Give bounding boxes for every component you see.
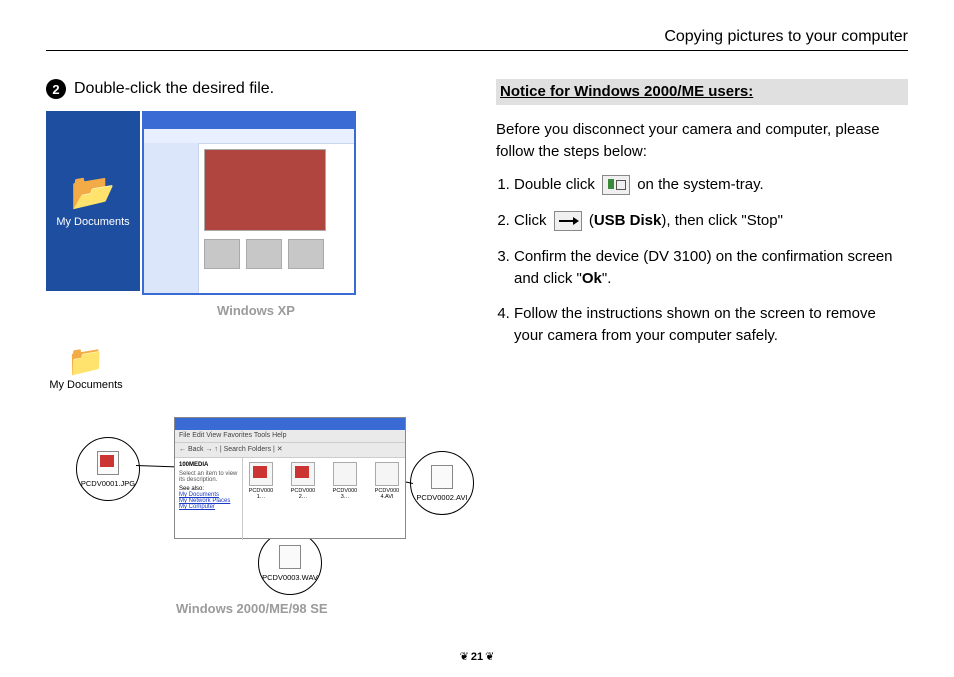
callout-wav: PCDV0003.WAV <box>258 531 322 595</box>
notice-step-1: Double click on the system-tray. <box>514 174 908 196</box>
callout-avi: PCDV0002.AVI <box>410 451 474 515</box>
win2k-menubar: File Edit View Favorites Tools Help <box>175 430 405 443</box>
win2k-file-area: PCDV0001… PCDV0002… PCDV0003… PCDV0004.A… <box>243 458 405 540</box>
notice-step-2: Click (USB Disk), then click "Stop" <box>514 210 908 232</box>
callout-avi-label: PCDV0002.AVI <box>416 493 467 502</box>
file-item: PCDV0001… <box>247 462 275 536</box>
side-desc: Select an item to view its description. <box>179 471 238 483</box>
xp-desktop: 📂 My Documents <box>46 111 140 291</box>
file-icon <box>431 465 453 489</box>
win2k-sidepanel: 100MEDIA Select an item to view its desc… <box>175 458 243 540</box>
thumbnail <box>204 239 240 269</box>
step-text: Double-click the desired file. <box>74 80 274 98</box>
my-documents-desktop-icon: 📂 <box>71 174 116 210</box>
callout-wav-label: PCDV0003.WAV <box>262 573 318 582</box>
side-link: My Computer <box>179 504 238 510</box>
thumbnail-row <box>204 239 348 269</box>
step-number-badge: 2 <box>46 79 66 99</box>
callout-jpg-label: PCDV0001.JPG <box>81 479 135 488</box>
notice-step-3: Confirm the device (DV 3100) on the conf… <box>514 246 908 290</box>
right-column: Notice for Windows 2000/ME users: Before… <box>496 79 908 616</box>
thumbnail <box>246 239 282 269</box>
xp-explorer-window <box>142 111 356 295</box>
win2k-explorer-window: File Edit View Favorites Tools Help ← Ba… <box>174 417 406 539</box>
win2k-toolbar: ← Back → ↑ | Search Folders | ✕ <box>175 443 405 458</box>
photo-preview <box>204 149 326 231</box>
page-header: Copying pictures to your computer <box>46 28 908 51</box>
win2k-caption: Windows 2000/ME/98 SE <box>176 601 466 616</box>
file-icon <box>279 545 301 569</box>
xp-caption: Windows XP <box>46 303 466 318</box>
notice-heading: Notice for Windows 2000/ME users: <box>496 79 908 105</box>
folder-icon: 📁 <box>67 344 104 379</box>
notice-intro: Before you disconnect your camera and co… <box>496 119 908 163</box>
file-item: PCDV0002… <box>289 462 317 536</box>
notice-steps: Double click on the system-tray. Click (… <box>496 174 908 347</box>
my-documents-desktop-label: My Documents <box>56 216 129 228</box>
file-item: PCDV0003… <box>331 462 359 536</box>
thumbnail <box>288 239 324 269</box>
win2k-diagram: PCDV0001.JPG PCDV0002.AVI PCDV0003.WAV <box>46 407 466 597</box>
win2k-titlebar <box>175 418 405 430</box>
callout-jpg: PCDV0001.JPG <box>76 437 140 501</box>
xp-titlebar <box>144 113 354 129</box>
notice-step-4: Follow the instructions shown on the scr… <box>514 303 908 347</box>
xp-content <box>198 143 354 293</box>
windows-xp-illustration: 📂 My Documents <box>46 111 466 295</box>
step-2: 2 Double-click the desired file. <box>46 79 466 99</box>
file-icon <box>97 451 119 475</box>
xp-sidepanel <box>144 143 199 293</box>
page-number: 21 <box>0 650 954 663</box>
left-column: 2 Double-click the desired file. 📂 My Do… <box>46 79 466 616</box>
xp-toolbar <box>144 129 354 144</box>
my-documents-standalone: 📁 My Documents <box>46 344 126 391</box>
my-documents-label: My Documents <box>49 379 122 391</box>
system-tray-icon <box>602 175 630 195</box>
side-heading: 100MEDIA <box>179 462 238 468</box>
usb-eject-icon <box>554 211 582 231</box>
file-item: PCDV0004.AVI <box>373 462 401 536</box>
